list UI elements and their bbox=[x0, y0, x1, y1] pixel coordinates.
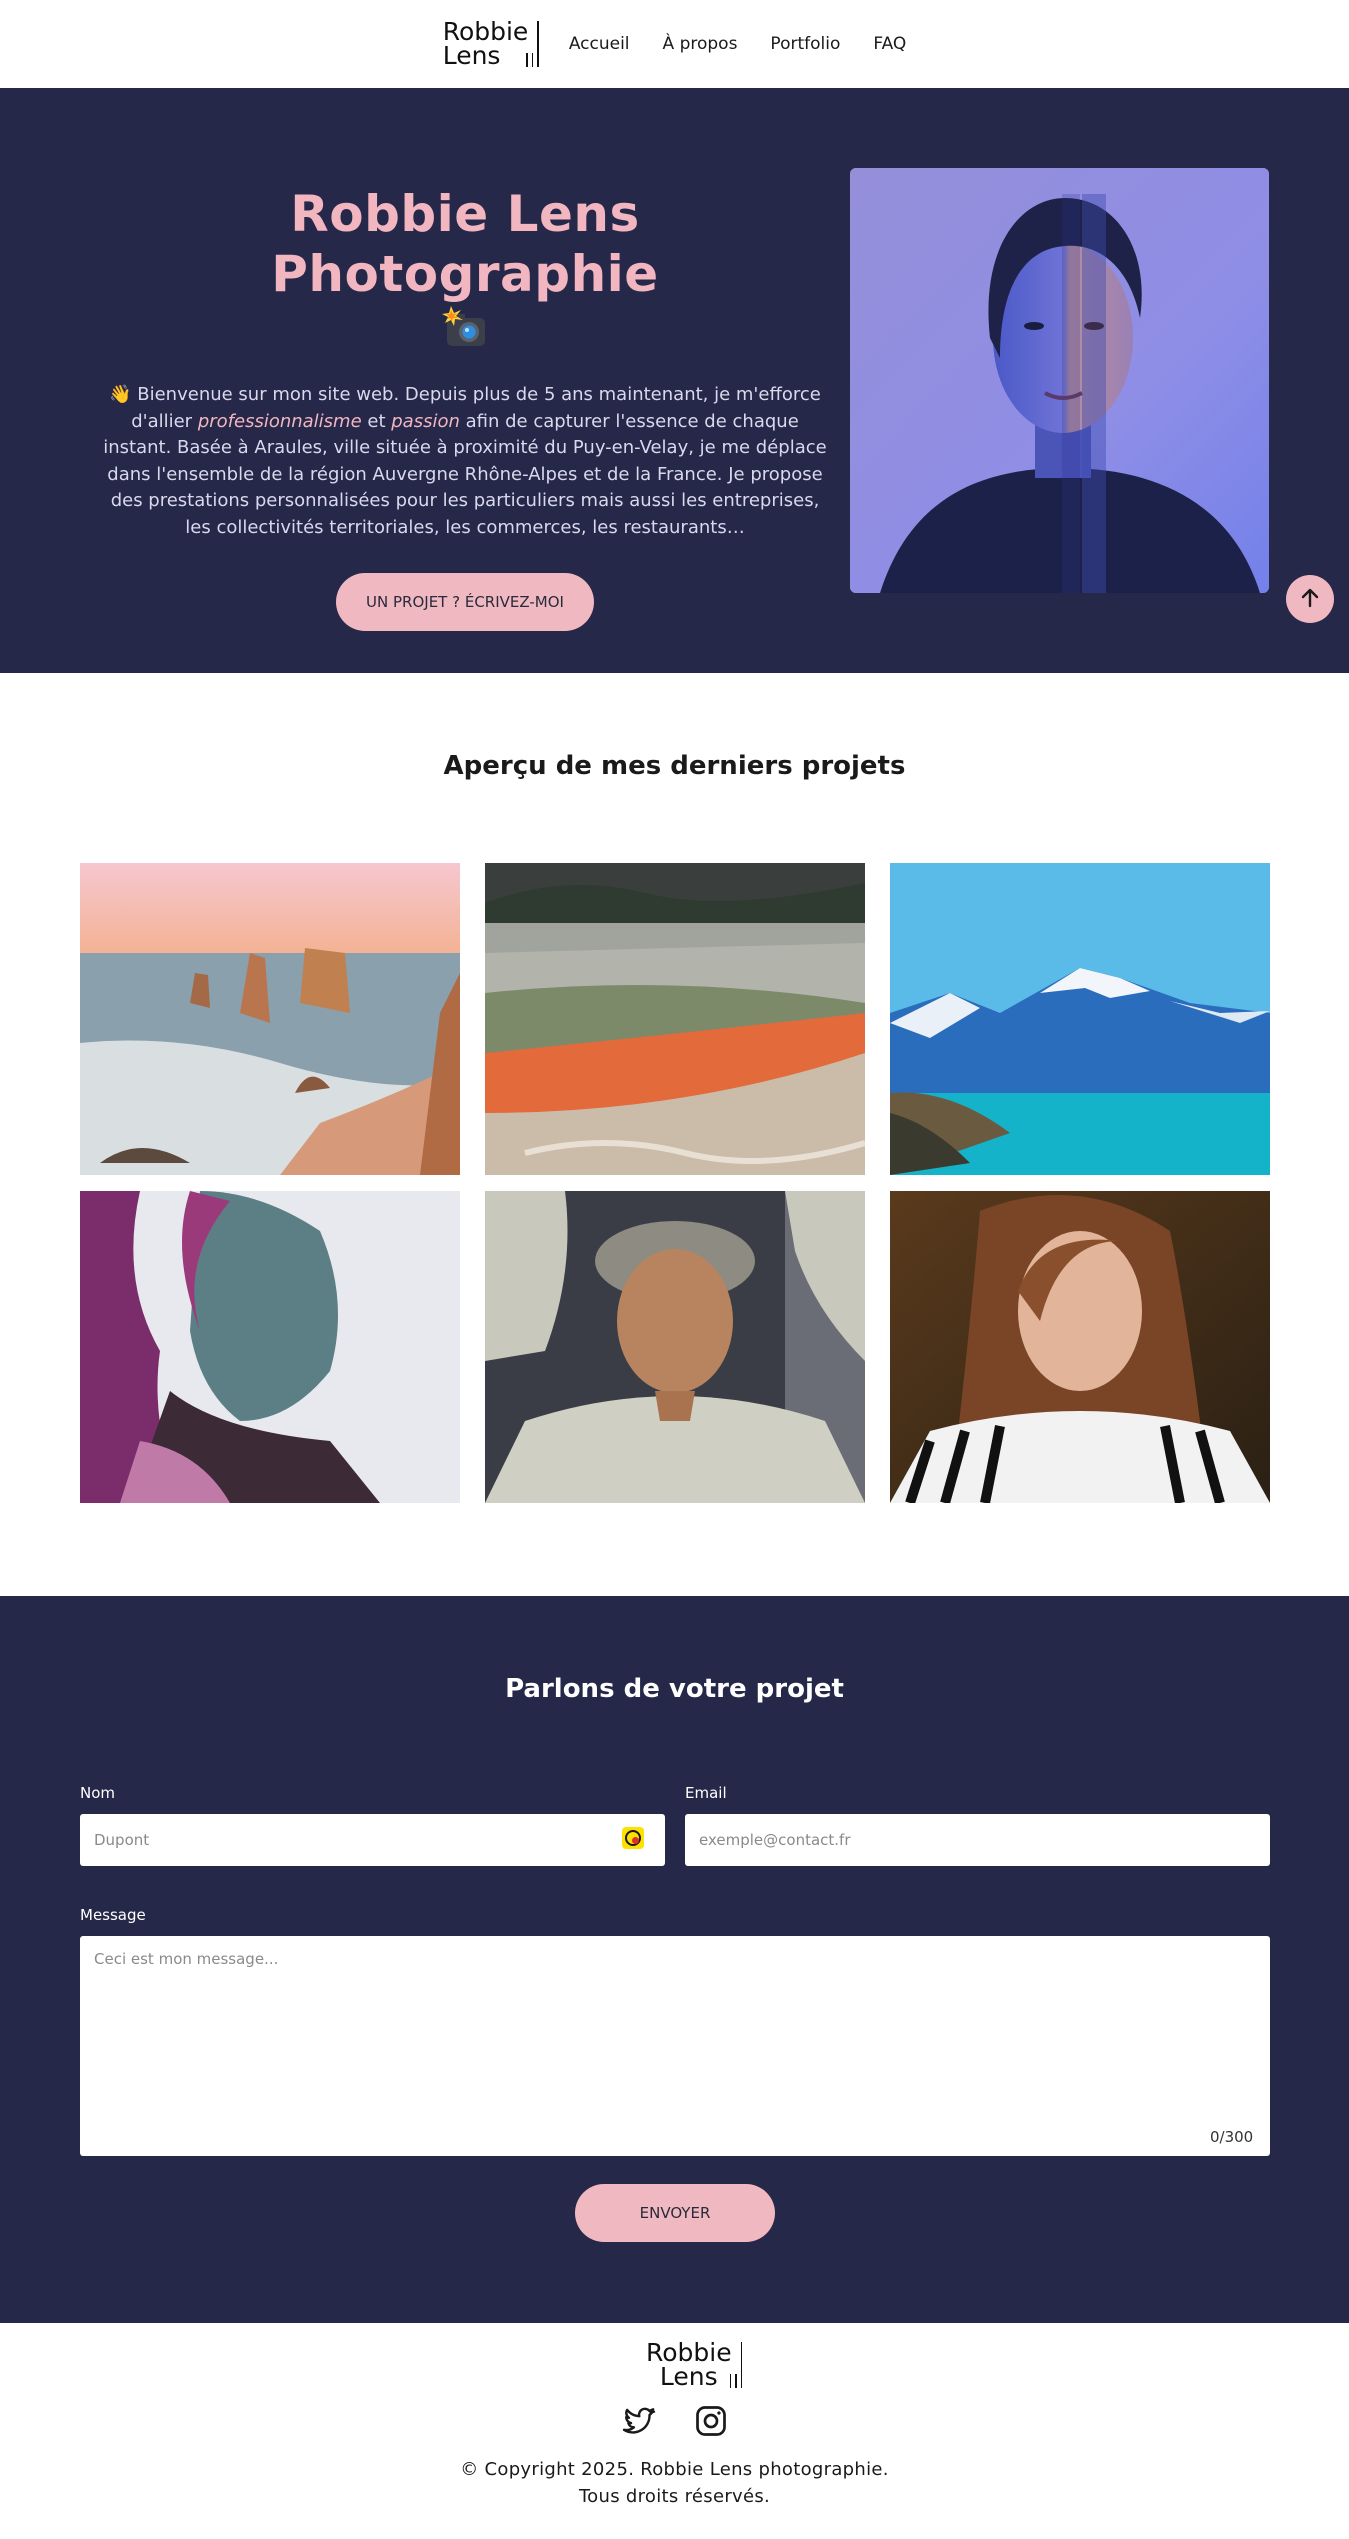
copyright-text: © Copyright 2025. Robbie Lens photograph… bbox=[0, 2456, 1349, 2510]
scroll-to-top-button[interactable] bbox=[1286, 575, 1334, 623]
email-field[interactable] bbox=[685, 1814, 1270, 1866]
nav-link-a-propos[interactable]: À propos bbox=[663, 34, 738, 54]
hero-portrait-photo bbox=[850, 168, 1269, 593]
hot-spring-steam-photo[interactable] bbox=[485, 863, 865, 1175]
site-footer: Robbie Lens © Copyright 2025. Robbie Len… bbox=[0, 2323, 1349, 2539]
footer-logo[interactable]: Robbie Lens bbox=[646, 2340, 743, 2391]
copyright-line-1: © Copyright 2025. Robbie Lens photograph… bbox=[460, 2459, 889, 2480]
message-char-counter: 0/300 bbox=[1210, 2128, 1254, 2146]
arrow-up-icon bbox=[1299, 587, 1321, 612]
hero-intro-text: 👋 Bienvenue sur mon site web. Depuis plu… bbox=[90, 382, 840, 541]
name-label: Nom bbox=[80, 1784, 116, 1802]
footer-logo-bars-mark bbox=[729, 2342, 743, 2388]
message-field[interactable] bbox=[80, 1936, 1270, 2156]
woman-striped-shirt-portrait-photo[interactable] bbox=[890, 1191, 1270, 1503]
woman-purple-portrait-photo[interactable] bbox=[80, 1191, 460, 1503]
copyright-line-2: Tous droits réservés. bbox=[578, 2486, 771, 2507]
man-bucket-hat-portrait-photo[interactable] bbox=[485, 1191, 865, 1503]
nav-link-portfolio[interactable]: Portfolio bbox=[770, 34, 840, 54]
contact-title: Parlons de votre projet bbox=[505, 1674, 844, 1704]
mountain-lake-photo[interactable] bbox=[890, 863, 1270, 1175]
nav-link-accueil[interactable]: Accueil bbox=[569, 34, 630, 54]
intro-highlight-professionnalisme: professionnalisme bbox=[197, 410, 362, 432]
logo-bars-mark bbox=[526, 21, 539, 67]
coastal-rock-stacks-photo[interactable] bbox=[80, 863, 460, 1175]
camera-with-flash-icon bbox=[439, 304, 491, 352]
site-header: Robbie Lens Accueil À propos Portfolio F… bbox=[0, 0, 1349, 88]
projects-section: Aperçu de mes derniers projets bbox=[0, 673, 1349, 1596]
projects-grid bbox=[80, 863, 1270, 1503]
contact-section: Parlons de votre projet Nom Email Messag… bbox=[0, 1596, 1349, 2323]
hero-title: Robbie Lens Photographie bbox=[271, 185, 659, 303]
message-label: Message bbox=[80, 1906, 146, 1924]
projects-title: Aperçu de mes derniers projets bbox=[443, 751, 906, 781]
instagram-icon[interactable] bbox=[693, 2403, 729, 2439]
name-field[interactable] bbox=[80, 1814, 665, 1866]
submit-button[interactable]: ENVOYER bbox=[575, 2184, 775, 2242]
main-nav: Accueil À propos Portfolio FAQ bbox=[569, 34, 906, 54]
site-logo[interactable]: Robbie Lens bbox=[442, 19, 539, 70]
footer-logo-line-2: Lens bbox=[659, 2362, 718, 2391]
nav-link-faq[interactable]: FAQ bbox=[873, 34, 906, 54]
hero-section: Robbie Lens Photographie 👋 Bienvenue sur… bbox=[0, 88, 1349, 673]
hero-content: Robbie Lens Photographie 👋 Bienvenue sur… bbox=[90, 88, 840, 631]
social-links bbox=[0, 2403, 1349, 2439]
intro-highlight-passion: passion bbox=[391, 410, 460, 432]
email-label: Email bbox=[685, 1784, 727, 1802]
contact-cta-button[interactable]: UN PROJET ? ÉCRIVEZ-MOI bbox=[336, 573, 594, 631]
password-manager-autofill-icon[interactable] bbox=[621, 1826, 645, 1850]
logo-line-2: Lens bbox=[442, 41, 501, 70]
twitter-icon[interactable] bbox=[621, 2403, 657, 2439]
intro-text-part: et bbox=[361, 410, 392, 432]
